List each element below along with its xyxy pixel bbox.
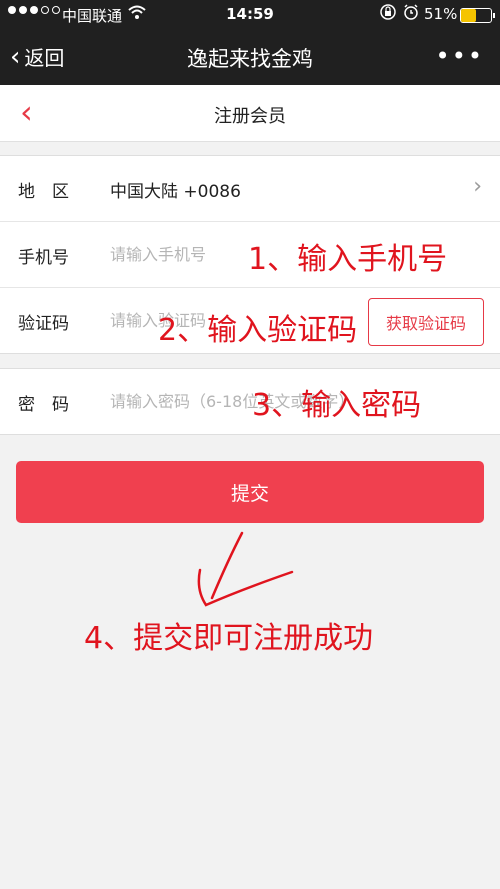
battery-icon — [460, 8, 495, 23]
annotation-step1: 1、输入手机号 — [248, 242, 448, 277]
status-bar: 中国联通 14:59 51% — [0, 0, 500, 30]
nav-bar: ‹ 返回 逸起来找金鸡 ••• — [0, 30, 500, 85]
region-label: 地 区 — [18, 182, 69, 202]
code-label: 验证码 — [18, 314, 69, 334]
get-code-button[interactable]: 获取验证码 — [368, 298, 484, 346]
region-value: 中国大陆 +0086 — [110, 182, 241, 202]
nav-title: 逸起来找金鸡 — [187, 47, 313, 71]
battery-fill — [461, 9, 477, 22]
region-row[interactable]: 地 区 中国大陆 +0086 › — [0, 156, 500, 222]
page-title: 注册会员 — [214, 106, 286, 127]
annotation-step2: 2、输入验证码 — [158, 313, 358, 348]
page-header: ‹ 注册会员 — [0, 85, 500, 142]
submit-button[interactable]: 提交 — [16, 461, 484, 523]
rotation-lock-icon — [380, 4, 396, 24]
password-form: 密 码 — [0, 368, 500, 435]
chevron-right-icon: › — [473, 174, 482, 199]
annotation-step3: 3、输入密码 — [252, 388, 422, 423]
annotation-step4: 4、提交即可注册成功 — [84, 621, 374, 656]
alarm-icon — [403, 4, 419, 24]
ellipsis-icon[interactable]: ••• — [436, 42, 484, 70]
battery-percent: 51% — [424, 5, 458, 23]
password-row: 密 码 — [0, 369, 500, 434]
password-label: 密 码 — [18, 395, 69, 415]
phone-label: 手机号 — [18, 248, 69, 268]
